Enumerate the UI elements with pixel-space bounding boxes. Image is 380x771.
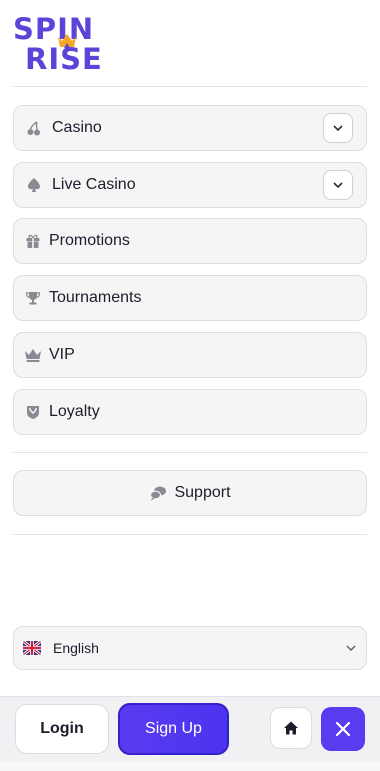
menu-item-tournaments[interactable]: Tournaments — [13, 275, 367, 321]
menu-item-promotions[interactable]: Promotions — [13, 218, 367, 264]
home-icon — [284, 721, 298, 735]
cherries-icon — [25, 119, 43, 137]
sign-up-button[interactable]: Sign Up — [118, 703, 229, 755]
menu-item-casino[interactable]: Casino — [13, 105, 367, 151]
expand-live-casino-button[interactable] — [323, 170, 353, 200]
close-menu-button[interactable] — [321, 707, 365, 751]
chat-bubbles-icon — [149, 484, 167, 502]
menu-divider — [13, 452, 367, 453]
support-divider — [13, 534, 367, 535]
login-button[interactable]: Login — [15, 704, 109, 754]
chevron-down-icon — [333, 182, 343, 189]
trophy-icon — [24, 289, 42, 307]
logo[interactable]: SPIN RISE — [13, 14, 123, 76]
menu-item-label: Promotions — [49, 232, 130, 249]
language-select[interactable]: English — [13, 626, 367, 670]
menu-item-label: VIP — [49, 346, 75, 363]
expand-casino-button[interactable] — [323, 113, 353, 143]
language-label: English — [53, 640, 99, 656]
support-label: Support — [174, 484, 231, 501]
home-button[interactable] — [270, 707, 312, 749]
spade-icon — [25, 176, 43, 194]
menu-item-label: Live Casino — [52, 176, 136, 193]
crown-icon — [24, 346, 42, 364]
close-icon — [335, 721, 351, 737]
menu-item-label: Casino — [52, 119, 102, 136]
support-button[interactable]: Support — [13, 470, 367, 516]
gift-icon — [24, 232, 42, 250]
chevron-down-icon — [346, 645, 356, 651]
shield-badge-icon — [24, 403, 42, 421]
top-divider — [13, 86, 367, 87]
uk-flag-icon — [23, 641, 41, 655]
bottom-safe-area — [0, 761, 380, 771]
menu-item-vip[interactable]: VIP — [13, 332, 367, 378]
bottom-action-bar: Login Sign Up — [0, 696, 380, 761]
menu-item-label: Tournaments — [49, 289, 142, 306]
chevron-down-icon — [333, 125, 343, 132]
logo-text-spin: SPIN — [13, 12, 95, 46]
menu-item-label: Loyalty — [49, 403, 100, 420]
logo-crown-icon — [58, 34, 76, 48]
menu-item-live-casino[interactable]: Live Casino — [13, 162, 367, 208]
menu-item-loyalty[interactable]: Loyalty — [13, 389, 367, 435]
